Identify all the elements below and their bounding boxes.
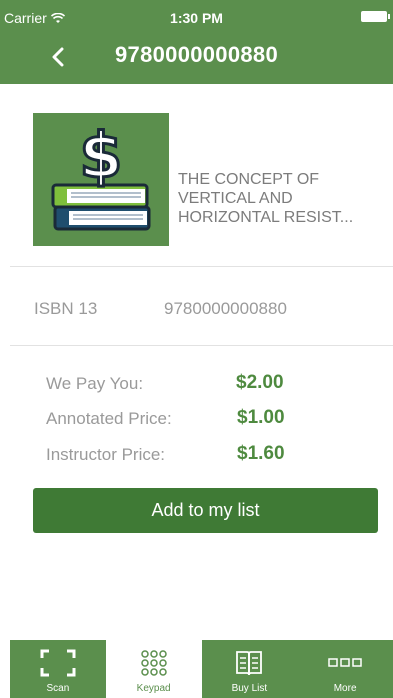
price-value: $1.60 [237, 443, 285, 464]
battery-icon [361, 11, 390, 22]
status-bar: Carrier 1:30 PM [0, 0, 393, 30]
isbn-value: 9780000000880 [164, 299, 287, 318]
price-value: $2.00 [236, 372, 284, 393]
dollar-books-icon: $ [51, 118, 151, 231]
price-label: We Pay You: [46, 374, 144, 393]
tab-scan[interactable]: Scan [10, 640, 106, 698]
app-header: Carrier 1:30 PM 9780000000880 [0, 0, 393, 84]
page-title: 9780000000880 [115, 42, 278, 67]
more-icon [328, 658, 362, 667]
price-label: Annotated Price: [46, 409, 172, 428]
tab-more[interactable]: More [297, 640, 393, 698]
svg-text:$: $ [79, 119, 122, 192]
tab-buy-list[interactable]: Buy List [201, 640, 298, 698]
scan-frame-icon [40, 649, 76, 677]
price-value: $1.00 [237, 407, 285, 428]
book-title: THE CONCEPT OF VERTICAL AND HORIZONTAL R… [178, 171, 354, 226]
keypad-icon [140, 650, 167, 676]
price-label: Instructor Price: [46, 445, 166, 464]
divider-top [10, 266, 393, 267]
add-to-list-button[interactable]: Add to my list [33, 488, 378, 533]
divider-middle [10, 345, 393, 346]
tab-bar: Scan Keypad Buy List More [10, 640, 393, 698]
isbn-label: ISBN 13 [34, 299, 98, 318]
price-row-we-pay: We Pay You: $2.00 [46, 372, 386, 398]
tab-label: Buy List [231, 683, 268, 694]
price-row-annotated: Annotated Price: $1.00 [46, 407, 386, 433]
tab-label: More [333, 683, 357, 694]
price-row-instructor: Instructor Price: $1.60 [46, 443, 386, 469]
tab-label: Keypad [136, 683, 171, 694]
book-list-icon [236, 651, 263, 676]
status-time: 1:30 PM [170, 10, 223, 26]
tab-label: Scan [46, 683, 70, 694]
tab-keypad[interactable]: Keypad [105, 640, 202, 698]
book-cover-image: $ [33, 113, 169, 246]
